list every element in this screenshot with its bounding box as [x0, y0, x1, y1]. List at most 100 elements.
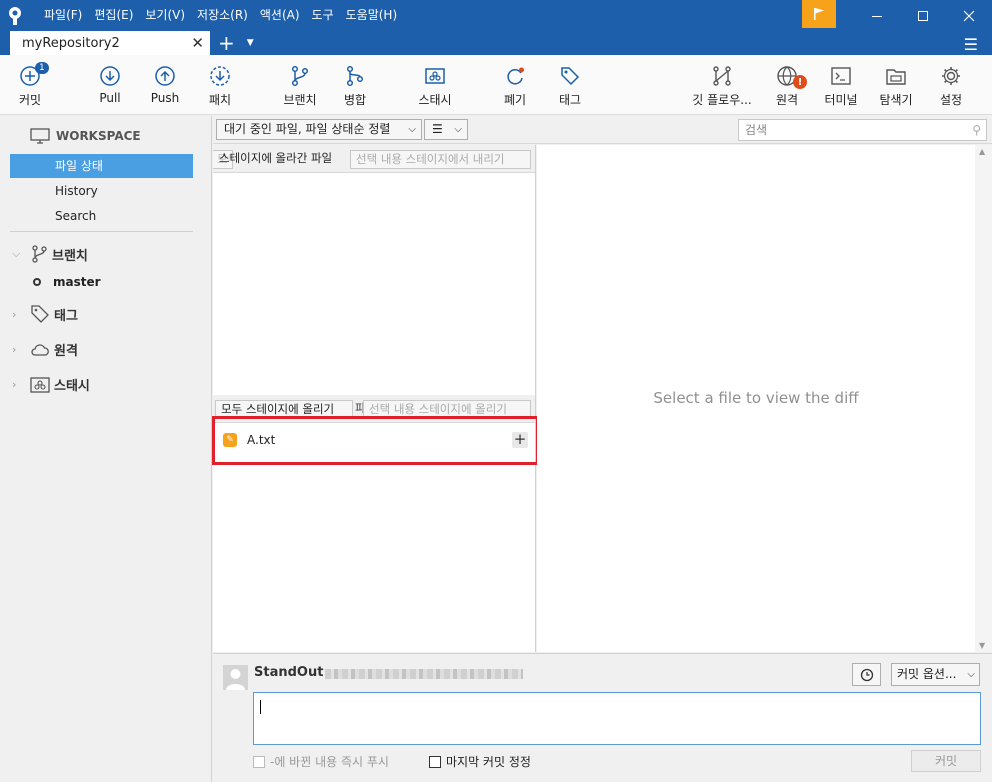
menu-edit[interactable]: 편집(E) [88, 0, 139, 31]
new-tab-icon[interactable]: + [218, 31, 235, 55]
settings-label: 설정 [939, 93, 963, 107]
scroll-down-icon[interactable]: ▼ [979, 641, 985, 650]
stash-button[interactable]: 스태시 [400, 65, 470, 108]
branch-icon [32, 245, 47, 263]
amend-checkbox[interactable]: 마지막 커밋 정정 [429, 753, 531, 770]
chevron-down-icon: ⌵ [408, 124, 416, 135]
repo-tab-label: myRepository2 [22, 35, 120, 51]
current-branch-icon [33, 278, 41, 286]
git-flow-label: 깃 플로우... [692, 93, 752, 107]
menu-tools[interactable]: 도구 [306, 0, 340, 31]
sidebar-group-remotes[interactable]: › 원격 [12, 340, 78, 359]
highlight-annotation [212, 416, 539, 465]
view-mode-dropdown[interactable]: ☰ ⌵ [424, 119, 468, 140]
commit-button[interactable]: 1 커밋 [0, 62, 65, 108]
menu-repository[interactable]: 저장소(R) [191, 0, 254, 31]
monitor-icon [30, 128, 50, 144]
title-bar: 파일(F) 편집(E) 보기(V) 저장소(R) 액션(A) 도구 도움말(H) [0, 0, 992, 31]
merge-button[interactable]: 병합 [320, 65, 390, 108]
tab-dropdown-icon[interactable]: ▼ [247, 31, 254, 55]
search-input[interactable]: 검색 ⚲ [738, 119, 987, 141]
text-caret [260, 700, 261, 714]
git-flow-button[interactable]: 깃 플로우... [687, 65, 757, 108]
avatar [223, 665, 248, 690]
tag-icon [31, 305, 49, 323]
commit-area: StandOut 커밋 옵션... ⌵ -에 바뀐 내용 즉시 푸시 마지막 커… [213, 653, 992, 782]
diff-placeholder: Select a file to view the diff [653, 389, 859, 407]
menu-file[interactable]: 파일(F) [38, 0, 88, 31]
tag-button[interactable]: 태그 [535, 65, 605, 108]
unstage-selected-button[interactable]: 선택 내용 스테이지에서 내리기 [350, 150, 531, 169]
merge-icon [346, 65, 364, 87]
close-icon [963, 10, 975, 21]
push-immediately-checkbox[interactable]: -에 바뀐 내용 즉시 푸시 [253, 753, 389, 770]
sort-dropdown[interactable]: 대기 중인 파일, 파일 상태순 정렬 ⌵ [216, 119, 422, 140]
flag-button[interactable] [802, 0, 836, 28]
close-window-button[interactable] [946, 0, 992, 31]
chevron-right-icon: › [12, 378, 17, 391]
minimize-button[interactable] [854, 0, 900, 31]
terminal-label: 터미널 [824, 93, 858, 107]
sidebar-group-branches[interactable]: ⌵ 브랜치 [12, 244, 88, 264]
fetch-label: 패치 [208, 93, 232, 107]
author-name: StandOut [254, 665, 324, 680]
push-immediately-label: -에 바뀐 내용 즉시 푸시 [270, 755, 389, 769]
diff-pane: Select a file to view the diff [537, 145, 975, 652]
sidebar-group-stashes[interactable]: › 스태시 [12, 375, 90, 394]
sidebar-item-file-status[interactable]: 파일 상태 [10, 154, 193, 178]
gear-icon [942, 67, 960, 85]
filter-bar: 대기 중인 파일, 파일 상태순 정렬 ⌵ ☰ ⌵ 검색 ⚲ [213, 116, 992, 144]
pull-label: Pull [99, 91, 121, 105]
scroll-up-icon[interactable]: ▲ [979, 147, 985, 156]
commit-message-input[interactable] [253, 692, 981, 745]
settings-button[interactable]: 설정 [916, 65, 986, 108]
tab-bar: myRepository2 ✕ + ▼ [0, 31, 992, 55]
diff-scrollbar[interactable]: ▲ ▼ [975, 145, 992, 652]
git-flow-icon [713, 66, 731, 86]
stash-label: 스태시 [418, 93, 452, 107]
amend-label: 마지막 커밋 정정 [446, 755, 531, 769]
history-button[interactable] [852, 663, 881, 686]
branch-name: master [53, 275, 101, 289]
sort-dropdown-value: 대기 중인 파일, 파일 상태순 정렬 [224, 122, 391, 136]
folder-icon [886, 69, 906, 85]
workspace-header: WORKSPACE [30, 128, 141, 144]
cloud-icon [31, 343, 49, 356]
stashes-label: 스태시 [54, 379, 90, 394]
search-icon: ⚲ [972, 123, 981, 137]
menu-view[interactable]: 보기(V) [139, 0, 191, 31]
checkbox-box [253, 755, 265, 768]
clock-icon [860, 668, 873, 681]
menu-actions[interactable]: 액션(A) [254, 0, 306, 31]
branch-label: 브랜치 [283, 93, 317, 107]
staged-files-header: 모두 스테이지에서 내리기 스테이지에 올라간 파일 선택 내용 스테이지에서 … [213, 145, 535, 173]
commit-options-dropdown[interactable]: 커밋 옵션... ⌵ [891, 663, 980, 686]
tab-close-icon[interactable]: ✕ [191, 34, 204, 52]
tags-label: 태그 [54, 308, 78, 324]
remotes-label: 원격 [54, 344, 78, 359]
checkbox-box [429, 755, 441, 768]
chevron-down-icon: ⌵ [12, 247, 21, 260]
repo-tab[interactable]: myRepository2 ✕ [10, 31, 210, 55]
terminal-icon [831, 67, 851, 85]
menu-help[interactable]: 도움말(H) [340, 0, 404, 31]
list-icon: ☰ [432, 122, 443, 136]
sidebar-group-tags[interactable]: › 태그 [12, 304, 78, 324]
minimize-icon [872, 15, 882, 17]
commit-submit-button[interactable]: 커밋 [911, 750, 981, 772]
toolbar: 1 커밋 Pull Push 패치 브랜치 병합 스태시 폐기 태그 깃 플로우… [0, 55, 992, 115]
sidebar-item-history[interactable]: History [10, 179, 193, 203]
sidebar-item-master-branch[interactable]: master [33, 275, 101, 289]
branches-label: 브랜치 [52, 248, 88, 264]
remote-label: 원격 [775, 93, 799, 107]
sidebar-item-search[interactable]: Search [10, 204, 193, 228]
fetch-icon [210, 66, 230, 86]
sourcetree-logo-icon [0, 0, 30, 31]
workspace-label: WORKSPACE [56, 129, 141, 143]
hamburger-menu-icon[interactable]: ☰ [964, 35, 978, 54]
fetch-button[interactable]: 패치 [185, 65, 255, 108]
file-status-panel: 모두 스테이지에서 내리기 스테이지에 올라간 파일 선택 내용 스테이지에서 … [213, 145, 536, 652]
discard-icon [507, 67, 524, 85]
maximize-button[interactable] [900, 0, 946, 31]
redacted-email [325, 669, 523, 679]
